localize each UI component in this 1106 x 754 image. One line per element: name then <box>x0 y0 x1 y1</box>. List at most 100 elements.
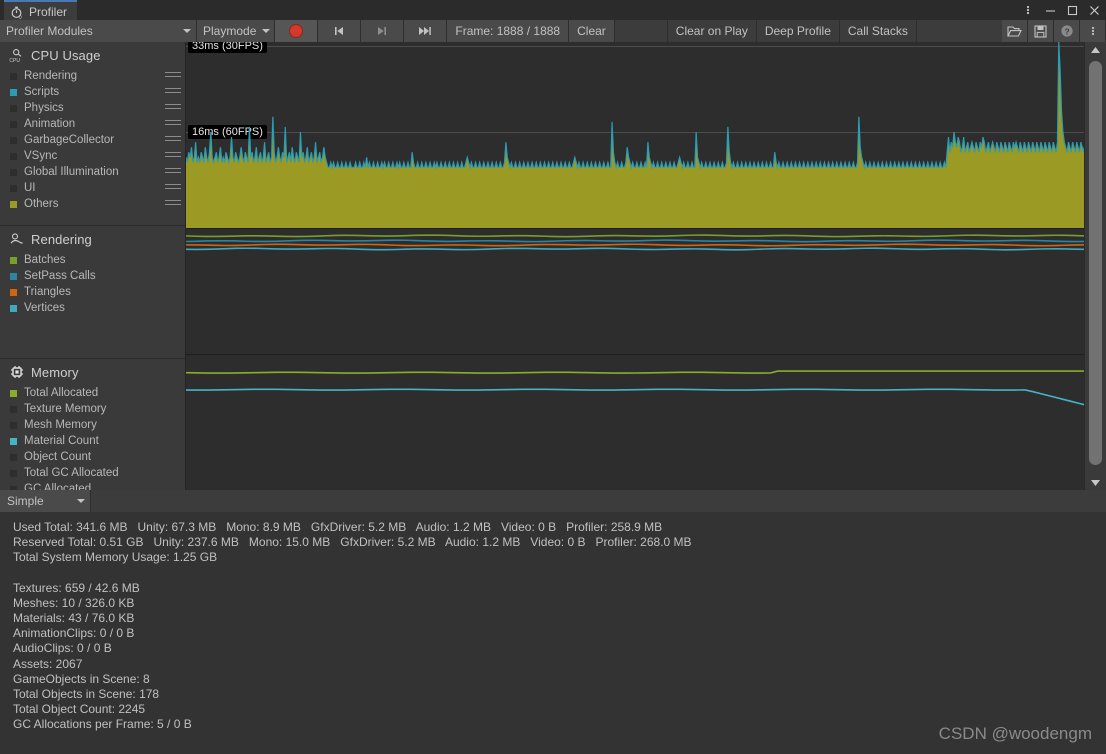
legend-label: Scripts <box>24 86 60 98</box>
help-icon[interactable]: ? <box>1054 20 1080 42</box>
module-rendering[interactable]: Rendering Batches SetPass Calls Triangle… <box>0 225 185 316</box>
legend-label: Rendering <box>24 70 78 82</box>
legend-label: Triangles <box>24 286 71 298</box>
module-title-cpu-usage: CPU Usage <box>31 47 101 63</box>
window-controls <box>1018 0 1104 20</box>
cpu-usage-chart[interactable]: 33ms (30FPS) 16ms (60FPS) <box>186 42 1085 229</box>
legend-label: Material Count <box>24 435 99 447</box>
legend-item[interactable]: Animation <box>0 116 185 132</box>
scrollbar-thumb[interactable] <box>1089 61 1102 465</box>
profiler-tab[interactable]: Q Profiler <box>4 0 78 22</box>
legend-item[interactable]: Total GC Allocated <box>0 465 185 481</box>
legend-item[interactable]: GarbageCollector <box>0 132 185 148</box>
legend-swatch <box>10 405 17 413</box>
legend-item[interactable]: Triangles <box>0 284 185 300</box>
scrollbar-track[interactable] <box>1085 57 1106 475</box>
save-icon[interactable] <box>1028 20 1054 42</box>
record-button[interactable] <box>275 20 319 42</box>
window-menu-icon[interactable] <box>1018 0 1038 20</box>
maximize-icon[interactable] <box>1062 0 1082 20</box>
legend-label: VSync <box>24 150 58 162</box>
clear-button[interactable]: Clear <box>569 20 615 42</box>
legend-swatch <box>10 256 17 264</box>
drag-handle-icon[interactable] <box>165 88 181 96</box>
legend-label: Physics <box>24 102 64 114</box>
profiler-toolbar: Profiler Modules Playmode Frame: 1888 / … <box>0 20 1106 43</box>
drag-handle-icon[interactable] <box>165 72 181 80</box>
close-icon[interactable] <box>1084 0 1104 20</box>
stat-detail-line: GameObjects in Scene: 8 <box>13 671 150 686</box>
legend-item[interactable]: Global Illumination <box>0 164 185 180</box>
window-title-bar: Q Profiler <box>0 0 1106 22</box>
legend-item[interactable]: Texture Memory <box>0 401 185 417</box>
profiler-tab-label: Profiler <box>29 5 68 19</box>
legend-label: Total Allocated <box>24 387 99 399</box>
legend-item[interactable]: Mesh Memory <box>0 417 185 433</box>
legend-swatch <box>10 152 17 160</box>
chevron-down-icon <box>183 29 191 33</box>
drag-handle-icon[interactable] <box>165 184 181 192</box>
legend-item[interactable]: Material Count <box>0 433 185 449</box>
drag-handle-icon[interactable] <box>165 104 181 112</box>
deep-profile-toggle[interactable]: Deep Profile <box>756 20 840 42</box>
kebab-menu-icon[interactable] <box>1080 20 1106 42</box>
legend-item[interactable]: SetPass Calls <box>0 268 185 284</box>
legend-item[interactable]: GC Allocated <box>0 481 185 490</box>
playmode-label: Playmode <box>203 24 257 38</box>
legend-item[interactable]: Vertices <box>0 300 185 316</box>
drag-handle-icon[interactable] <box>165 200 181 208</box>
legend-label: Object Count <box>24 451 92 463</box>
module-title-memory: Memory <box>31 364 79 380</box>
first-frame-button[interactable] <box>318 20 362 42</box>
legend-item[interactable]: Scripts <box>0 84 185 100</box>
legend-label: SetPass Calls <box>24 270 96 282</box>
scroll-up-icon[interactable] <box>1085 42 1106 57</box>
rendering-chart[interactable] <box>186 229 1085 355</box>
profiler-modules-dropdown[interactable]: Profiler Modules <box>0 20 197 42</box>
legend-item[interactable]: Object Count <box>0 449 185 465</box>
legend-item[interactable]: UI <box>0 180 185 196</box>
legend-swatch <box>10 200 17 208</box>
drag-handle-icon[interactable] <box>165 168 181 176</box>
legend-item[interactable]: Physics <box>0 100 185 116</box>
legend-item[interactable]: Batches <box>0 252 185 268</box>
memory-chart[interactable] <box>186 355 1085 490</box>
legend-swatch <box>10 389 17 397</box>
call-stacks-toggle[interactable]: Call Stacks <box>839 20 917 42</box>
minimize-icon[interactable] <box>1040 0 1060 20</box>
module-cpu-usage[interactable]: CPU CPU Usage Rendering Scripts Physics … <box>0 42 185 212</box>
module-header-rendering[interactable]: Rendering <box>0 226 185 252</box>
detail-bar-spacer <box>91 490 1106 512</box>
cpu-usage-plot <box>186 42 1085 228</box>
playmode-dropdown[interactable]: Playmode <box>197 20 276 42</box>
chevron-down-icon <box>77 499 85 503</box>
folder-open-icon[interactable] <box>1002 20 1028 42</box>
legend-item[interactable]: Rendering <box>0 68 185 84</box>
legend-label: Global Illumination <box>24 166 119 178</box>
legend-label: GC Allocated <box>24 483 92 490</box>
drag-handle-icon[interactable] <box>165 136 181 144</box>
drag-handle-icon[interactable] <box>165 120 181 128</box>
legend-swatch <box>10 120 17 128</box>
drag-handle-icon[interactable] <box>165 152 181 160</box>
legend-label: GarbageCollector <box>24 134 115 146</box>
toolbar-gap <box>614 20 668 42</box>
legend-label: Animation <box>24 118 76 130</box>
last-frame-button[interactable] <box>404 20 448 42</box>
module-header-cpu-usage[interactable]: CPU CPU Usage <box>0 42 185 68</box>
module-header-memory[interactable]: Memory <box>0 359 185 385</box>
rendering-icon <box>9 231 25 247</box>
legend-label: UI <box>24 182 36 194</box>
module-memory[interactable]: Memory Total Allocated Texture Memory Me… <box>0 358 185 490</box>
legend-item[interactable]: Total Allocated <box>0 385 185 401</box>
detail-view-dropdown[interactable]: Simple <box>0 490 91 512</box>
svg-text:CPU: CPU <box>9 58 20 63</box>
clear-on-play-toggle[interactable]: Clear on Play <box>667 20 757 42</box>
previous-frame-button[interactable] <box>361 20 405 42</box>
scroll-down-icon[interactable] <box>1085 475 1106 490</box>
profiler-content: CPU CPU Usage Rendering Scripts Physics … <box>0 42 1106 490</box>
legend-item[interactable]: VSync <box>0 148 185 164</box>
legend-swatch <box>10 421 17 429</box>
legend-item[interactable]: Others <box>0 196 185 212</box>
chart-scrollbar[interactable] <box>1084 42 1106 490</box>
